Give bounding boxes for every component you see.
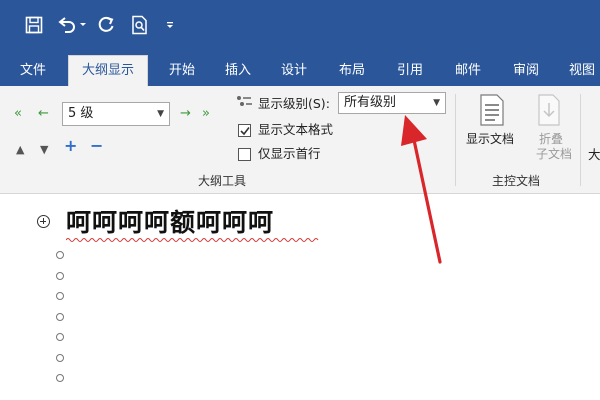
outline-body-bullet[interactable] — [56, 354, 64, 362]
outline-tools-group-title: 大纲工具 — [198, 174, 247, 188]
chevron-down-icon: ▼ — [433, 98, 440, 108]
document-area[interactable]: 呵呵呵呵额呵呵呵 — [0, 195, 600, 400]
tab-file[interactable]: 文件 — [12, 56, 54, 86]
customize-quick-access-icon[interactable] — [162, 12, 178, 38]
tab-design[interactable]: 设计 — [274, 56, 314, 86]
show-level-value: 所有级别 — [344, 95, 397, 110]
tab-home[interactable]: 开始 — [162, 56, 202, 86]
tab-layout[interactable]: 布局 — [332, 56, 372, 86]
tab-view[interactable]: 视图 — [562, 56, 600, 86]
show-first-line-only-checkbox[interactable] — [238, 148, 251, 161]
demote-icon[interactable]: → — [180, 106, 191, 122]
tab-review[interactable]: 审阅 — [506, 56, 546, 86]
show-first-line-only-label: 仅显示首行 — [258, 146, 321, 161]
outline-body-bullet[interactable] — [56, 292, 64, 300]
show-document-label[interactable]: 显示文档 — [466, 132, 514, 147]
show-level-select[interactable]: 所有级别 ▼ — [338, 92, 446, 114]
truncated-ribbon-label: 大 — [588, 147, 600, 162]
tab-mailings[interactable]: 邮件 — [448, 56, 488, 86]
move-up-icon[interactable]: ▲ — [16, 142, 24, 158]
demote-to-body-icon[interactable]: » — [202, 106, 210, 122]
tab-insert[interactable]: 插入 — [218, 56, 258, 86]
ribbon-tabs: 文件 大纲显示 开始 插入 设计 布局 引用 邮件 审阅 视图 — [0, 50, 600, 86]
title-bar — [0, 0, 600, 50]
outline-body-bullet[interactable] — [56, 333, 64, 341]
promote-to-heading1-icon[interactable]: « — [14, 106, 22, 122]
outline-expand-symbol-icon[interactable] — [37, 215, 50, 228]
outline-body-bullet[interactable] — [56, 272, 64, 280]
outline-level-select[interactable]: 5 级 ▼ — [62, 102, 170, 126]
show-text-format-label: 显示文本格式 — [258, 122, 334, 137]
save-icon[interactable] — [22, 12, 46, 38]
group-separator — [455, 94, 456, 186]
show-level-label: 显示级别(S): — [258, 96, 330, 111]
undo-icon[interactable] — [54, 12, 80, 38]
chevron-down-icon: ▼ — [157, 109, 164, 119]
show-document-icon[interactable] — [478, 94, 506, 130]
tab-references[interactable]: 引用 — [390, 56, 430, 86]
show-level-icon — [236, 95, 254, 115]
collapse-subdocuments-label[interactable]: 折叠 子文档 — [536, 132, 572, 162]
spelling-squiggle — [66, 238, 319, 242]
undo-dropdown-icon[interactable] — [78, 12, 88, 38]
tab-outline[interactable]: 大纲显示 — [68, 55, 148, 86]
outline-heading[interactable]: 呵呵呵呵额呵呵呵 — [66, 203, 274, 239]
ribbon-panel: « ← 5 级 ▼ → » ▲ ▼ + − 显示级别(S): 所有级别 ▼ 显示… — [0, 86, 600, 194]
outline-body-bullet[interactable] — [56, 251, 64, 259]
collapse-label-line1: 折叠 — [538, 132, 563, 146]
group-separator — [580, 94, 581, 186]
collapse-icon[interactable]: − — [90, 138, 103, 154]
collapse-label-line2: 子文档 — [536, 147, 573, 161]
outline-body-bullet[interactable] — [56, 313, 64, 321]
redo-icon[interactable] — [94, 12, 118, 38]
outline-level-value: 5 级 — [68, 106, 94, 121]
promote-icon[interactable]: ← — [38, 106, 49, 122]
outline-body-bullet[interactable] — [56, 374, 64, 382]
master-document-group-title: 主控文档 — [492, 174, 541, 188]
print-preview-icon[interactable] — [128, 12, 152, 38]
show-text-format-checkbox[interactable] — [238, 124, 251, 137]
collapse-subdocuments-icon[interactable] — [536, 94, 562, 130]
expand-icon[interactable]: + — [64, 138, 77, 154]
move-down-icon[interactable]: ▼ — [40, 142, 48, 158]
